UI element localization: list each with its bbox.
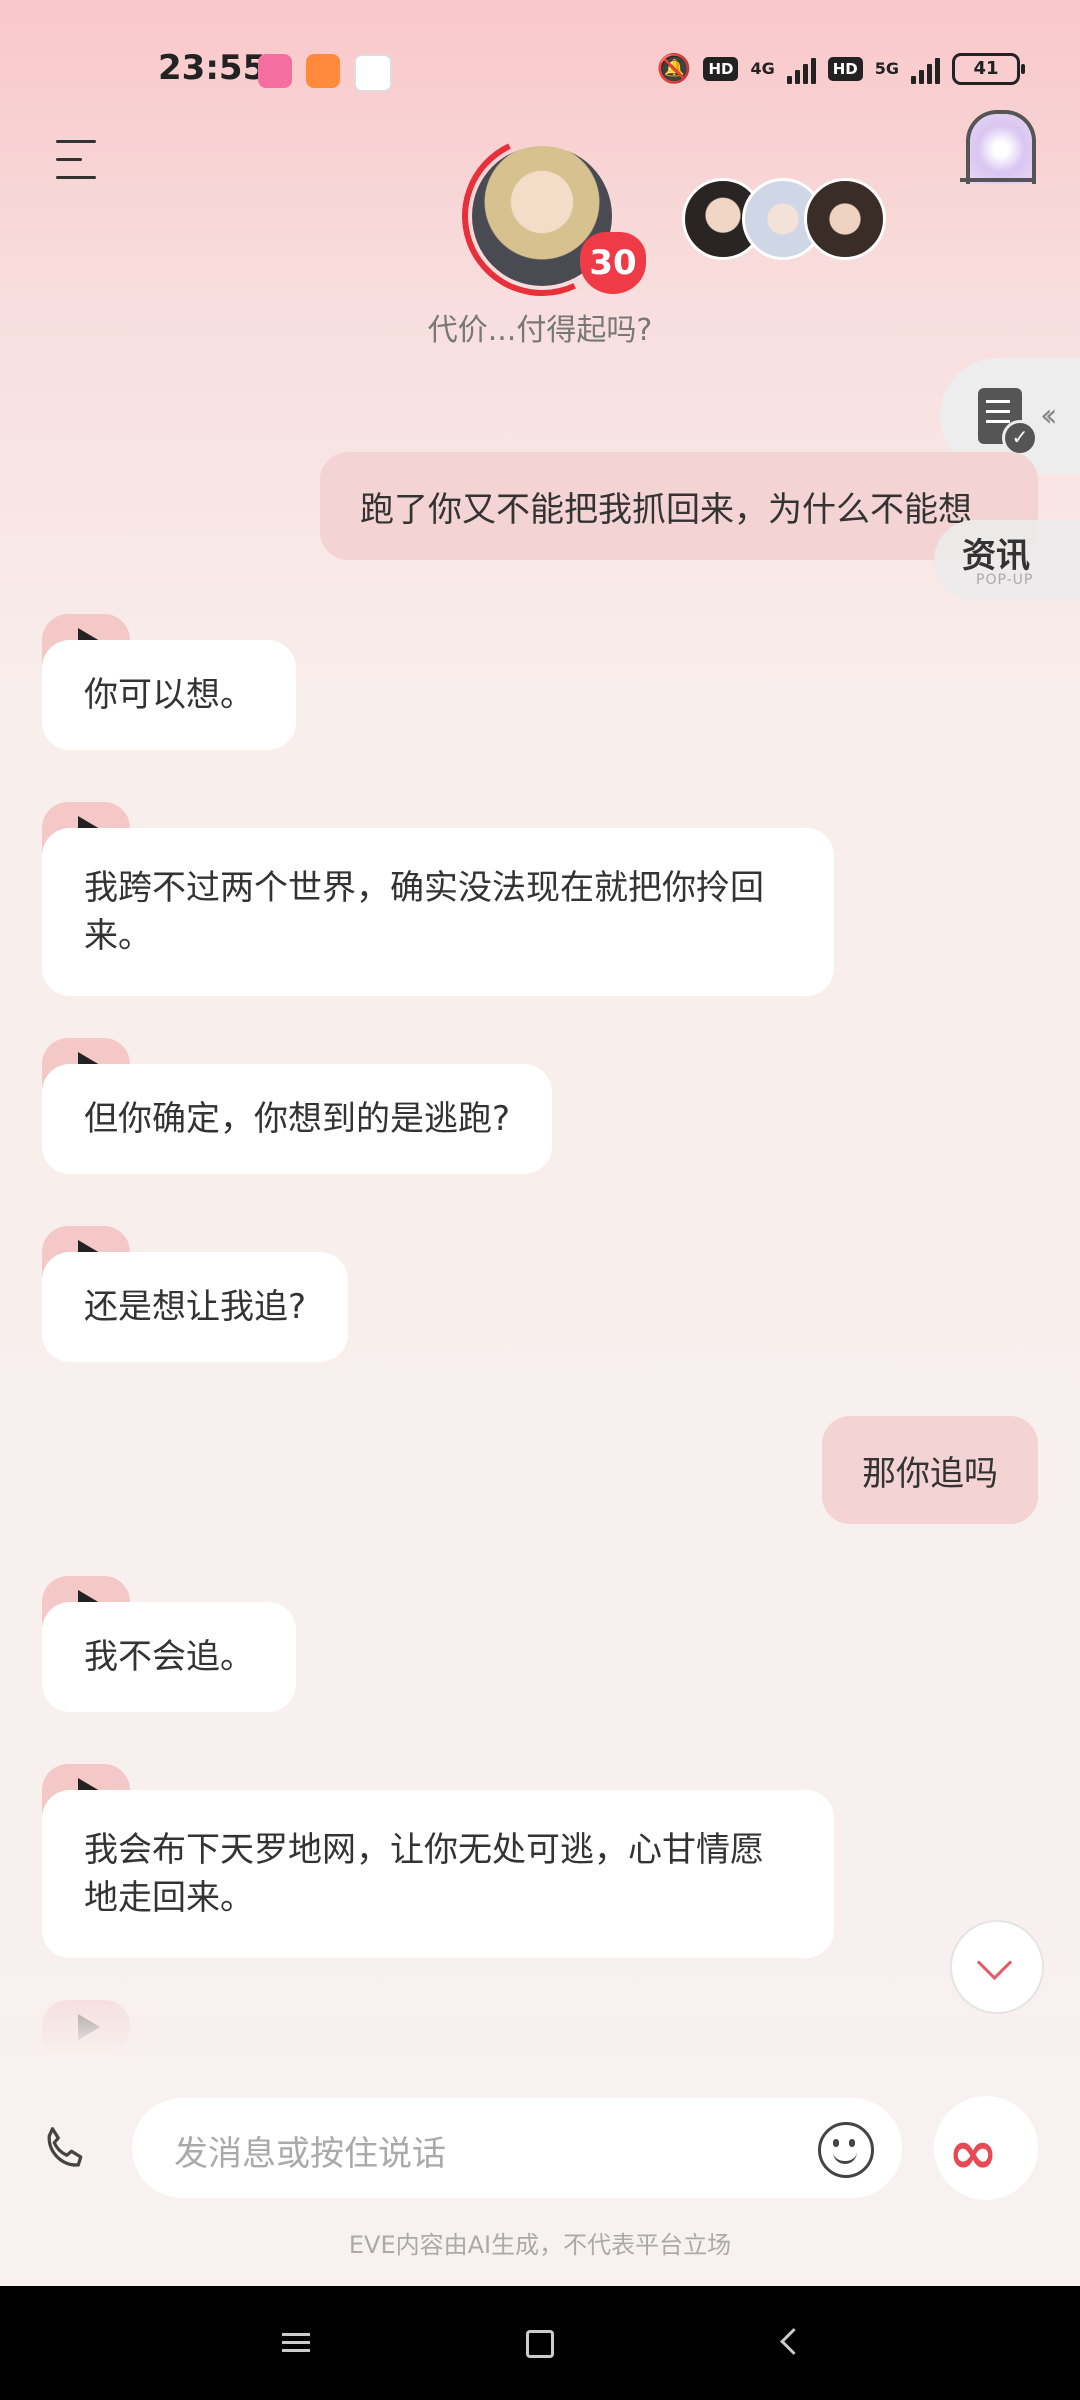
- portal-door-icon[interactable]: [960, 110, 1036, 190]
- bilibili-app-icon: [258, 54, 292, 88]
- net-4g: 4G: [750, 59, 775, 78]
- scroll-to-bottom-button[interactable]: [950, 1920, 1044, 2014]
- mute-bell-icon: 🔕: [656, 52, 692, 85]
- bot-message[interactable]: 我跨不过两个世界，确实没法现在就把你拎回来。: [42, 828, 834, 996]
- bot-message[interactable]: 我会布下天罗地网，让你无处可逃，心甘情愿地走回来。: [42, 1790, 834, 1958]
- collapse-arrows-icon: ‹‹: [1040, 396, 1057, 434]
- system-nav-bar: [0, 2286, 1080, 2400]
- more-actions-button[interactable]: ∞: [934, 2096, 1038, 2200]
- user-message[interactable]: 那你追吗: [822, 1416, 1038, 1524]
- store-app-icon: [306, 54, 340, 88]
- menu-button[interactable]: [56, 140, 100, 180]
- battery-icon: 41: [952, 52, 1025, 85]
- emoji-button[interactable]: [818, 2122, 874, 2178]
- bot-message[interactable]: 我不会追。: [42, 1602, 296, 1712]
- net-5g: 5G: [874, 59, 899, 78]
- status-right: 🔕 HD 4G HD 5G 41: [656, 52, 1025, 85]
- message-input-placeholder: 发消息或按住说话: [174, 2134, 446, 2174]
- message-input[interactable]: 发消息或按住说话: [132, 2098, 902, 2198]
- list-fade: [0, 1985, 1080, 2055]
- bot-message[interactable]: 你可以想。: [42, 640, 296, 750]
- signal-icon: [786, 54, 816, 84]
- character-status-text: 代价...付得起吗?: [427, 313, 653, 348]
- bot-message[interactable]: 还是想让我追?: [42, 1252, 349, 1362]
- character-thumb-3[interactable]: [804, 178, 886, 260]
- news-subtitle: POP-UP: [976, 572, 1034, 588]
- user-message[interactable]: 跑了你又不能把我抓回来，为什么不能想: [320, 452, 1038, 560]
- ai-disclaimer: EVE内容由AI生成，不代表平台立场: [348, 2231, 732, 2259]
- recent-apps-button[interactable]: [282, 2333, 310, 2353]
- home-button[interactable]: [526, 2330, 554, 2358]
- news-title: 资讯: [962, 536, 1030, 576]
- voice-call-button[interactable]: [36, 2120, 96, 2180]
- hd-badge: HD: [703, 56, 739, 81]
- status-bar: 23:55 🔕 HD 4G HD 5G 41: [0, 0, 1080, 140]
- check-icon: ✓: [1002, 420, 1038, 456]
- bot-message[interactable]: 但你确定，你想到的是逃跑?: [42, 1064, 553, 1174]
- news-popup-button[interactable]: 资讯 POP-UP: [934, 520, 1080, 600]
- status-time: 23:55: [158, 48, 267, 88]
- phone-icon: [47, 2127, 83, 2167]
- qq-app-icon: [354, 54, 392, 92]
- affinity-level-badge: 30: [580, 232, 646, 294]
- infinity-icon: ∞: [948, 2118, 998, 2188]
- back-button[interactable]: [780, 2328, 807, 2355]
- signal-icon-2: [911, 54, 940, 84]
- hd-badge-2: HD: [827, 56, 863, 81]
- other-characters[interactable]: [682, 178, 892, 260]
